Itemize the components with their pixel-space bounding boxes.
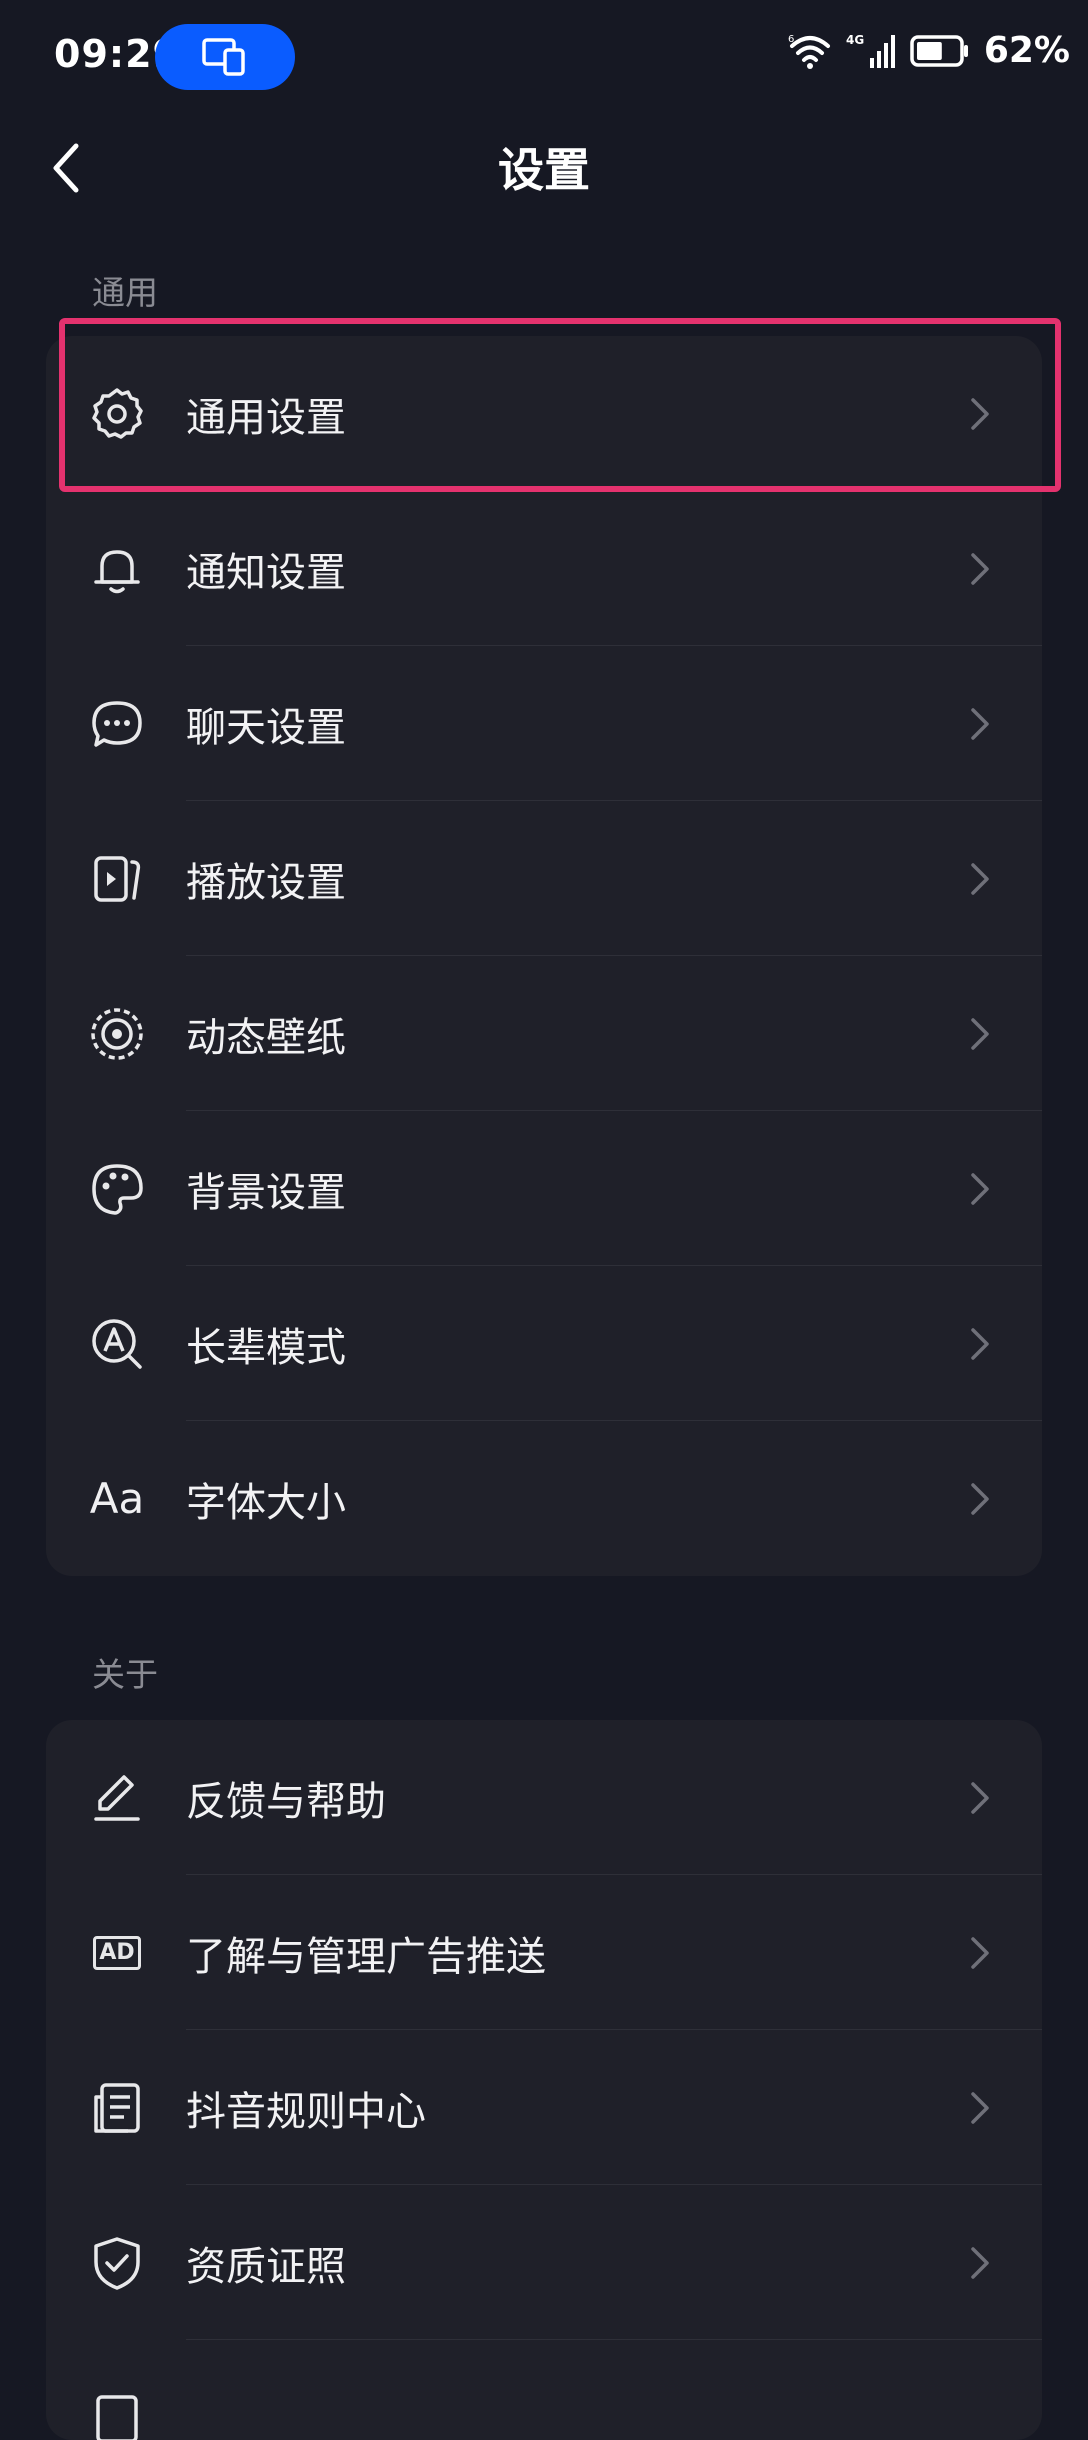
battery-percent: 62% xyxy=(984,30,1070,71)
chevron-right-icon xyxy=(968,2243,992,2283)
chevron-right-icon xyxy=(968,1933,992,1973)
chat-bubble-icon xyxy=(88,695,146,753)
chevron-right-icon xyxy=(968,549,992,589)
settings-item-label: 播放设置 xyxy=(186,850,346,908)
chevron-right-icon xyxy=(968,859,992,899)
wifi-icon: 6 xyxy=(788,32,832,70)
chevron-right-icon xyxy=(968,1778,992,1818)
settings-item-label: 通知设置 xyxy=(186,540,346,598)
page-title: 设置 xyxy=(0,134,1088,200)
settings-item-notification[interactable]: 通知设置 xyxy=(46,491,1042,646)
status-bar: 09:29 6 4G 62% xyxy=(0,0,1088,112)
chevron-right-icon xyxy=(968,1014,992,1054)
settings-item-label: 长辈模式 xyxy=(186,1315,346,1373)
system-icons: 6 4G 62% xyxy=(788,30,1070,71)
cellular-signal-icon: 4G xyxy=(846,32,896,70)
partial-item-icon xyxy=(88,2389,146,2440)
settings-item-label: 抖音规则中心 xyxy=(186,2079,426,2137)
elder-mode-icon xyxy=(88,1315,146,1373)
settings-card-general: 通用设置 通知设置 聊天设置 xyxy=(46,336,1042,1576)
svg-text:4G: 4G xyxy=(846,33,864,47)
play-screen-icon xyxy=(88,850,146,908)
edit-pen-icon xyxy=(88,1769,146,1827)
settings-item-label: 动态壁纸 xyxy=(186,1005,346,1063)
settings-item-label: 反馈与帮助 xyxy=(186,1769,386,1827)
font-size-icon: Aa xyxy=(88,1470,146,1528)
chevron-right-icon xyxy=(968,1324,992,1364)
settings-item-live-wallpaper[interactable]: 动态壁纸 xyxy=(46,956,1042,1111)
shield-check-icon xyxy=(88,2234,146,2292)
ad-icon: AD xyxy=(88,1924,146,1982)
nav-header: 设置 xyxy=(0,112,1088,222)
section-label-about: 关于 xyxy=(92,1648,158,1696)
settings-item-background[interactable]: 背景设置 xyxy=(46,1111,1042,1266)
battery-icon xyxy=(910,34,970,68)
settings-item-playback[interactable]: 播放设置 xyxy=(46,801,1042,956)
section-label-general: 通用 xyxy=(92,266,158,314)
document-icon xyxy=(88,2079,146,2137)
multi-device-icon xyxy=(201,37,249,77)
settings-item-label: 资质证照 xyxy=(186,2234,346,2292)
chevron-right-icon xyxy=(968,704,992,744)
settings-item-chat[interactable]: 聊天设置 xyxy=(46,646,1042,801)
settings-item-label: 字体大小 xyxy=(186,1470,346,1528)
settings-item-font-size[interactable]: Aa 字体大小 xyxy=(46,1421,1042,1576)
settings-item-rules-center[interactable]: 抖音规则中心 xyxy=(46,2030,1042,2185)
palette-icon xyxy=(88,1160,146,1218)
settings-item-label: 聊天设置 xyxy=(186,695,346,753)
highlight-frame xyxy=(59,318,1061,492)
svg-text:6: 6 xyxy=(788,34,794,45)
settings-item-partial[interactable] xyxy=(46,2340,1042,2440)
screen-cast-pill[interactable] xyxy=(155,24,295,90)
chevron-right-icon xyxy=(968,1169,992,1209)
settings-item-label: 背景设置 xyxy=(186,1160,346,1218)
settings-card-about: 反馈与帮助 AD 了解与管理广告推送 抖音规则中心 xyxy=(46,1720,1042,2440)
settings-item-elder-mode[interactable]: 长辈模式 xyxy=(46,1266,1042,1421)
chevron-right-icon xyxy=(968,2088,992,2128)
settings-item-qualifications[interactable]: 资质证照 xyxy=(46,2185,1042,2340)
settings-item-label: 了解与管理广告推送 xyxy=(186,1924,546,1982)
settings-item-ad-management[interactable]: AD 了解与管理广告推送 xyxy=(46,1875,1042,2030)
chevron-right-icon xyxy=(968,1479,992,1519)
bell-icon xyxy=(88,540,146,598)
settings-item-feedback[interactable]: 反馈与帮助 xyxy=(46,1720,1042,1875)
live-wallpaper-icon xyxy=(88,1005,146,1063)
